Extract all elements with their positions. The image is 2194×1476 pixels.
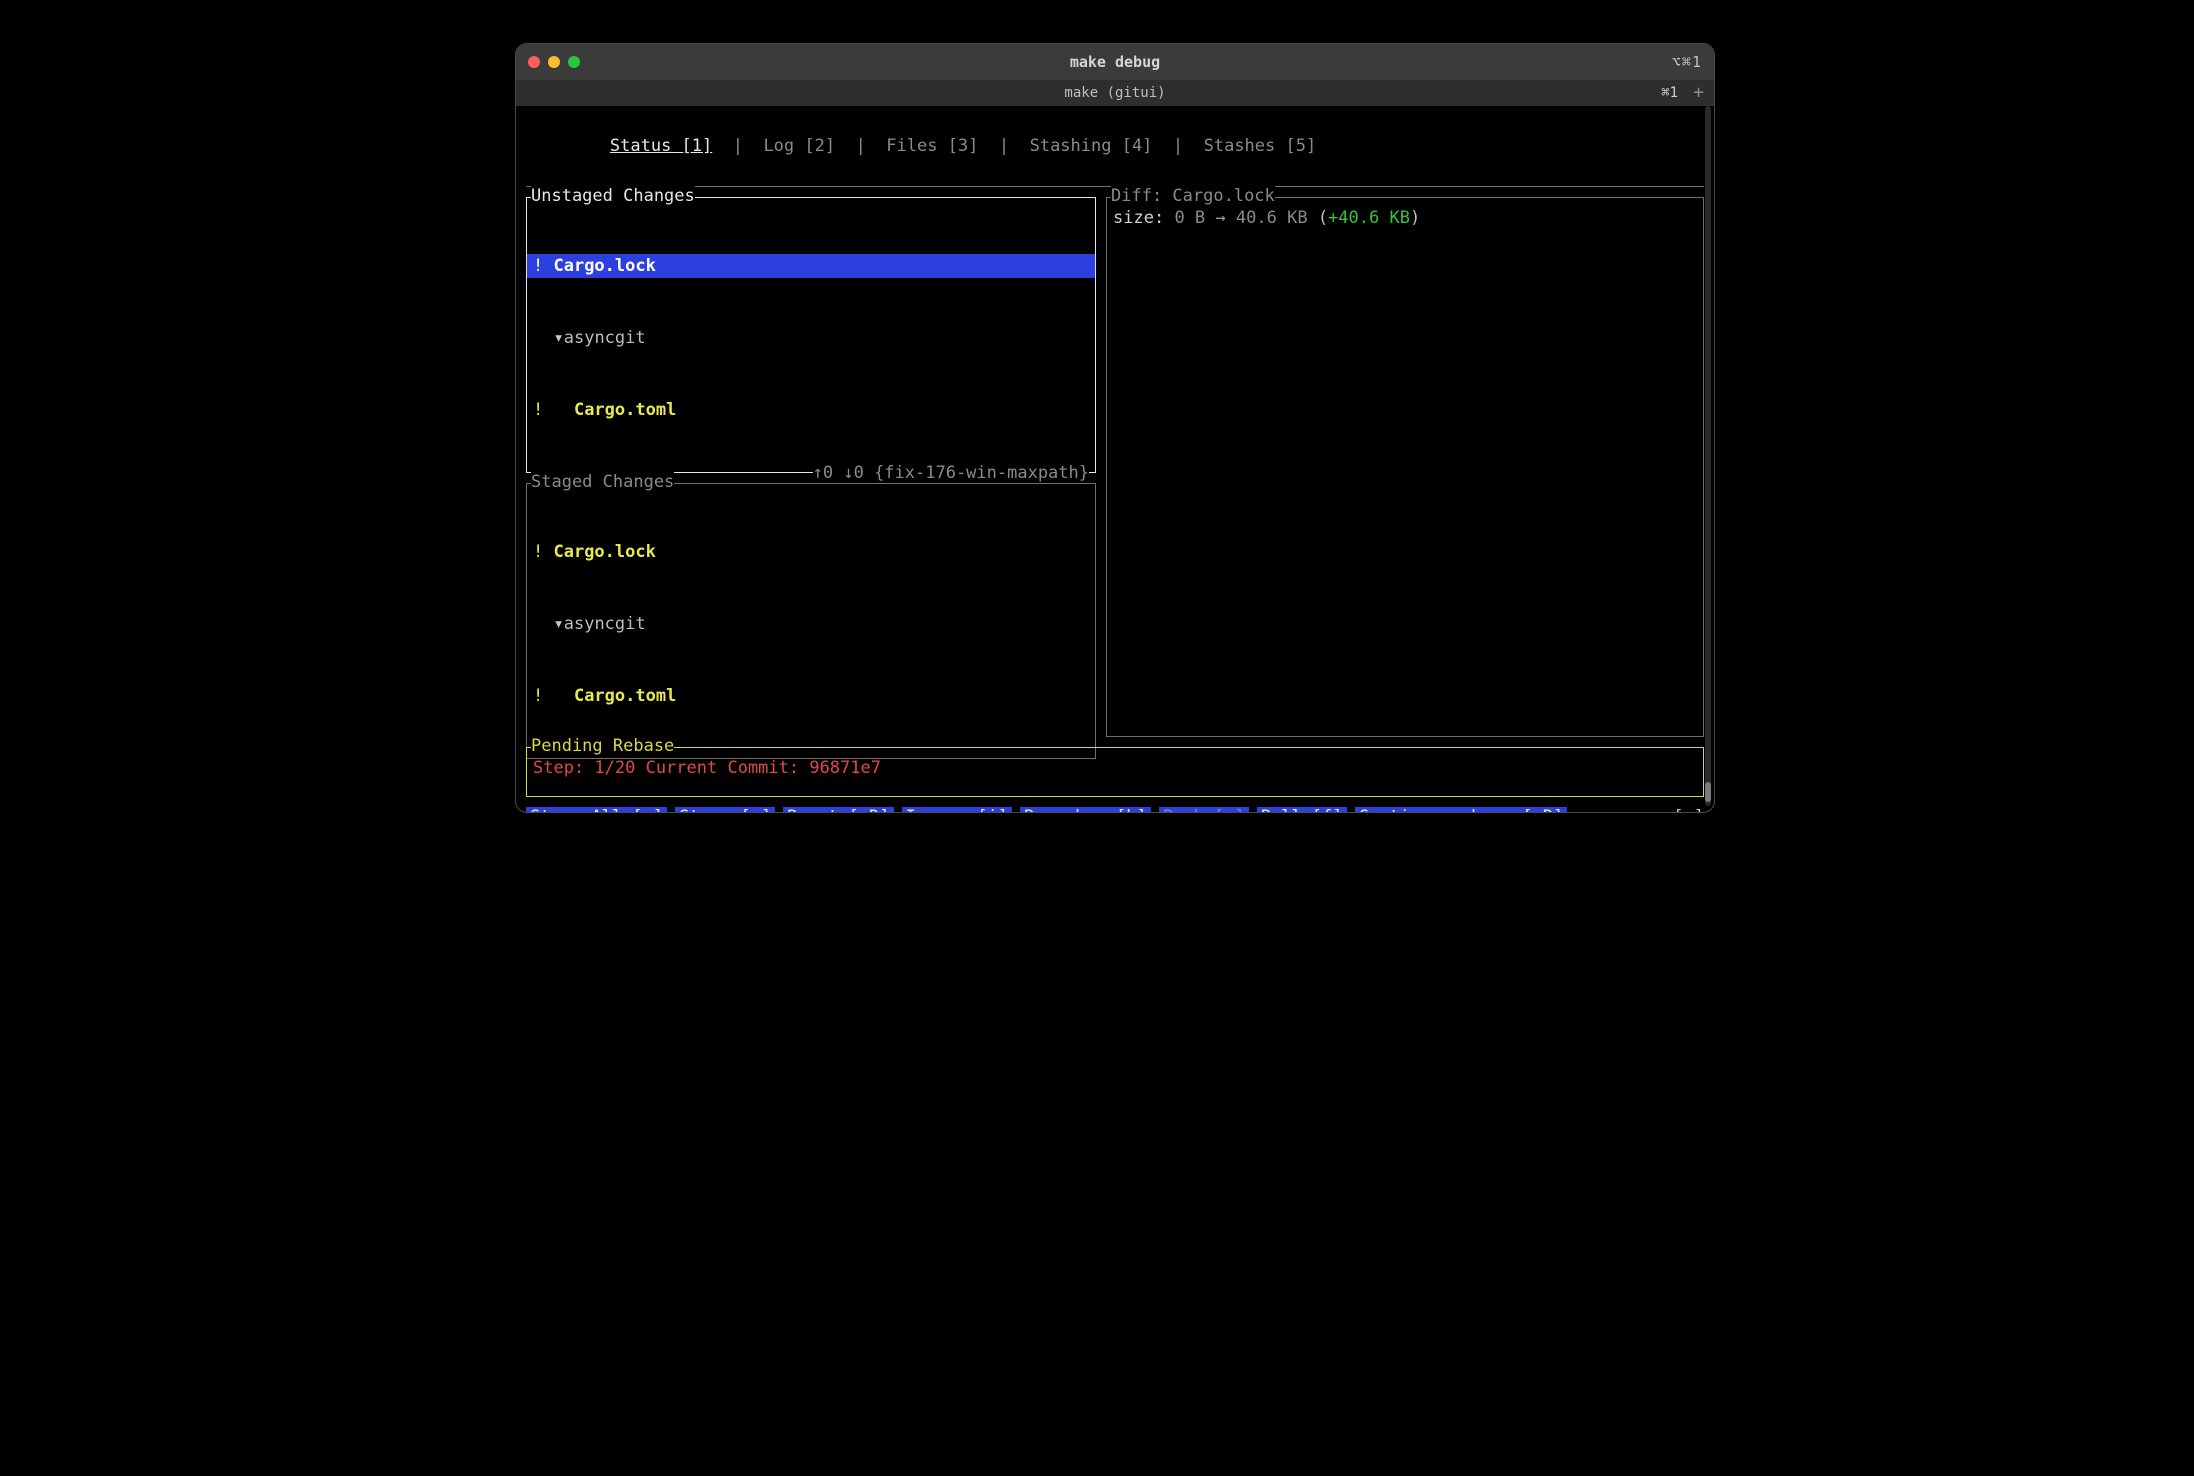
staged-panel[interactable]: Staged Changes ! Cargo.lock ▾asyncgit ! … [526,483,1096,759]
app-tabs: Status [1] | Log [2] | Files [3] | Stash… [526,116,1704,182]
diff-title: Diff: Cargo.lock [1111,186,1275,206]
list-item[interactable]: ! Cargo.lock [533,540,1089,564]
pending-rebase-line: Step: 1/20 Current Commit: 96871e7 [533,750,1697,780]
diff-panel[interactable]: Diff: Cargo.lock size: 0 B → 40.6 KB (+4… [1106,197,1704,737]
pending-rebase-panel: Pending Rebase Step: 1/20 Current Commit… [526,747,1704,797]
chevron-down-icon: ▾ [553,614,563,634]
staged-title: Staged Changes [531,472,674,492]
pull-button[interactable]: Pull [f] [1257,807,1347,813]
command-bar: Stage All [a] Stage [↵] Reset [⇧D] Ignor… [526,807,1704,813]
pending-rebase-title: Pending Rebase [531,736,674,756]
stage-button[interactable]: Stage [↵] [675,807,775,813]
branch-status: ↑0 ↓0 {fix-176-win-maxpath} [813,463,1089,483]
push-button: Push [p] [1159,807,1249,813]
list-item[interactable]: ! Cargo.lock [527,254,1095,278]
terminal-content: Status [1] | Log [2] | Files [3] | Stash… [516,106,1714,812]
titlebar: make debug ⌥⌘1 [516,44,1714,80]
list-item[interactable]: ▾asyncgit [533,326,1089,350]
tab-stashing[interactable]: Stashing [4] [1030,136,1153,156]
list-item[interactable]: ▾asyncgit [533,612,1089,636]
arrow-right-icon: → [1215,208,1225,228]
scrollbar[interactable] [1705,106,1711,806]
reset-button[interactable]: Reset [⇧D] [783,807,893,813]
list-item[interactable]: ! Cargo.toml [533,398,1089,422]
tab-log[interactable]: Log [2] [763,136,835,156]
scrollbar-thumb[interactable] [1705,782,1711,802]
unstaged-list: ! Cargo.lock ▾asyncgit ! Cargo.toml [533,200,1089,470]
terminal-window: make debug ⌥⌘1 make (gitui) ⌘1 + Status … [515,43,1715,813]
staged-list: ! Cargo.lock ▾asyncgit ! Cargo.toml [533,486,1089,756]
unstaged-title: Unstaged Changes [531,186,695,206]
more-commands-button[interactable]: more [.] [1622,807,1704,813]
list-item[interactable]: ! Cargo.toml [533,684,1089,708]
new-tab-button[interactable]: + [1693,84,1704,102]
continue-rebase-button[interactable]: Continue rebase [⇧R] [1355,807,1568,813]
stage-all-button[interactable]: Stage All [a] [526,807,667,813]
tab-status[interactable]: Status [1] [610,136,712,156]
chevron-down-icon: ▾ [553,328,563,348]
tab-process-label[interactable]: make (gitui) [1064,85,1165,101]
tab-files[interactable]: Files [3] [886,136,978,156]
window-shortcut-hint: ⌥⌘1 [1672,53,1702,71]
ignore-button[interactable]: Ignore [i] [902,807,1012,813]
tab-shortcut-hint: ⌘1 [1661,85,1678,101]
branches-button[interactable]: Branches [b] [1020,807,1151,813]
tabbar: make (gitui) ⌘1 + [516,80,1714,106]
tab-stashes[interactable]: Stashes [5] [1204,136,1317,156]
window-title: make debug [516,53,1714,71]
unstaged-panel[interactable]: Unstaged Changes ! Cargo.lock ▾asyncgit … [526,197,1096,473]
